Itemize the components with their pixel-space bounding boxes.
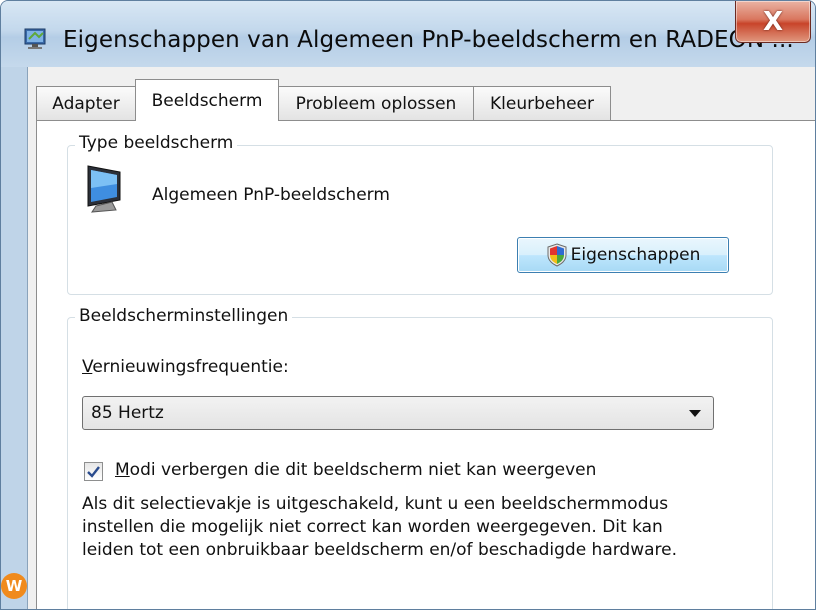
window-title: Eigenschappen van Algemeen PnP-beeldsche… [63, 27, 794, 53]
tab-kleurbeheer[interactable]: Kleurbeheer [473, 86, 611, 120]
tab-probleem-oplossen[interactable]: Probleem oplossen [278, 86, 474, 120]
close-icon: X [762, 6, 784, 37]
w-logo-icon: W [1, 573, 27, 599]
refresh-rate-label-text: ernieuwingsfrequentie: [92, 357, 289, 377]
monitor-name: Algemeen PnP-beeldscherm [152, 185, 390, 205]
properties-button-label: Eigenschappen [570, 245, 701, 265]
hide-modes-label[interactable]: Modi verbergen die dit beeldscherm niet … [115, 460, 596, 480]
title-bar[interactable]: Eigenschappen van Algemeen PnP-beeldsche… [1, 1, 815, 67]
accelerator-key: M [115, 460, 130, 480]
tab-adapter[interactable]: Adapter [36, 86, 136, 120]
tab-beeldscherm[interactable]: Beeldscherm [135, 79, 279, 121]
hide-modes-label-text: odi verbergen die dit beeldscherm niet k… [129, 460, 597, 480]
close-button[interactable]: X [735, 1, 811, 43]
chevron-down-icon [689, 410, 701, 417]
refresh-rate-value: 85 Hertz [91, 403, 164, 423]
uac-shield-icon [547, 243, 567, 267]
properties-window: Eigenschappen van Algemeen PnP-beeldsche… [0, 0, 816, 610]
tab-label: Probleem oplossen [295, 93, 457, 114]
hide-modes-checkbox[interactable] [84, 462, 103, 481]
tab-label: Beeldscherm [151, 90, 263, 111]
properties-button[interactable]: Eigenschappen [517, 237, 729, 273]
checkmark-icon [87, 465, 100, 478]
tab-label: Kleurbeheer [489, 93, 595, 114]
description-line: Als dit selectievakje is uitgeschakeld, … [82, 494, 669, 514]
display-settings-legend: Beeldscherminstellingen [75, 306, 293, 326]
dialog-client: Adapter Beeldscherm Probleem oplossen Kl… [27, 67, 815, 609]
description-line: leiden tot een onbruikbaar beeldscherm e… [82, 540, 678, 560]
hide-modes-description: Als dit selectievakje is uitgeschakeld, … [82, 493, 762, 562]
tab-label: Adapter [52, 93, 120, 114]
display-properties-icon [24, 28, 46, 49]
monitor-icon [87, 165, 121, 213]
refresh-rate-label: Vernieuwingsfrequentie: [82, 357, 289, 377]
monitor-type-legend: Type beeldscherm [75, 133, 238, 153]
description-line: instellen die mogelijk niet correct kan … [82, 517, 663, 537]
accelerator-key: V [82, 357, 93, 377]
refresh-rate-dropdown[interactable]: 85 Hertz [82, 396, 714, 430]
